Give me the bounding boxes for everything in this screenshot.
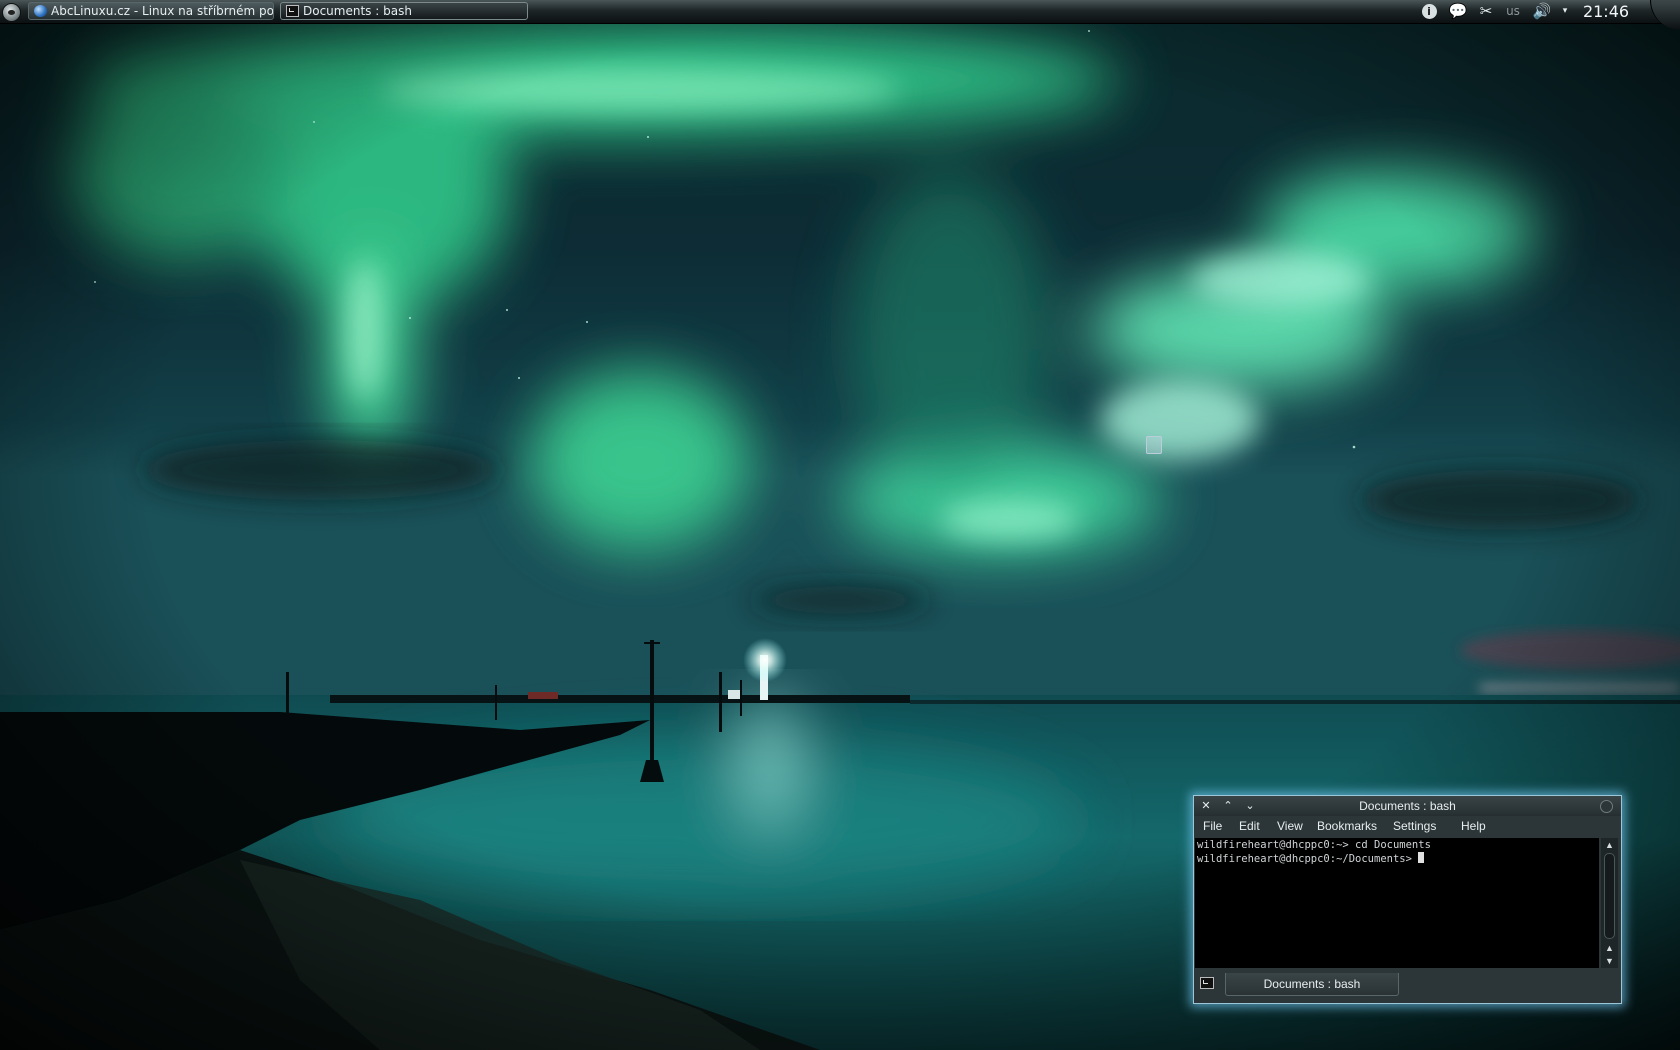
top-panel: AbcLinuxu.cz - Linux na stříbrném podn D… bbox=[0, 0, 1680, 30]
new-tab-terminal-icon[interactable] bbox=[1200, 977, 1214, 989]
window-titlebar[interactable]: ✕ ⌃ ⌄ Documents : bash bbox=[1194, 796, 1621, 816]
taskbar-item-browser[interactable]: AbcLinuxu.cz - Linux na stříbrném podn bbox=[28, 2, 274, 20]
terminal-prompt: wildfireheart@dhcppc0:~/Documents> bbox=[1197, 853, 1419, 865]
scrollbar-track[interactable] bbox=[1604, 853, 1615, 939]
menu-edit[interactable]: Edit bbox=[1232, 816, 1267, 837]
terminal-line: wildfireheart@dhcppc0:~/Documents> bbox=[1197, 852, 1597, 866]
desktop-widget-icon[interactable] bbox=[1146, 436, 1162, 454]
maximize-button[interactable]: ⌄ bbox=[1243, 799, 1257, 813]
scroll-up-arrow-icon[interactable]: ▲ bbox=[1601, 839, 1618, 851]
scissors-icon[interactable]: ✂ bbox=[1476, 2, 1496, 21]
volume-icon[interactable]: 🔊 bbox=[1530, 2, 1554, 21]
taskbar-item-label: AbcLinuxu.cz - Linux na stříbrném podn bbox=[51, 4, 274, 18]
menu-settings[interactable]: Settings bbox=[1386, 816, 1443, 837]
menu-bar: File Edit View Bookmarks Settings Help bbox=[1194, 816, 1621, 837]
scroll-down-arrow-icon[interactable]: ▼ bbox=[1601, 955, 1618, 967]
launcher-logo-icon bbox=[8, 10, 15, 15]
chat-icon[interactable]: 💬 bbox=[1446, 2, 1470, 21]
menu-bookmarks[interactable]: Bookmarks bbox=[1310, 816, 1384, 837]
keyboard-layout-indicator[interactable]: us bbox=[1502, 2, 1524, 21]
tab-session[interactable]: Documents : bash bbox=[1225, 973, 1399, 996]
tray-expand-arrow-icon[interactable]: ▾ bbox=[1558, 2, 1572, 21]
menu-view[interactable]: View bbox=[1270, 816, 1310, 837]
scroll-up-arrow-icon[interactable]: ▲ bbox=[1601, 942, 1618, 954]
browser-globe-icon bbox=[34, 5, 47, 17]
session-tab-bar: Documents : bash bbox=[1194, 971, 1621, 1001]
text-cursor bbox=[1418, 852, 1425, 863]
menu-file[interactable]: File bbox=[1196, 816, 1229, 837]
menu-help[interactable]: Help bbox=[1454, 816, 1493, 837]
pin-button[interactable] bbox=[1600, 800, 1613, 813]
terminal-line: wildfireheart@dhcppc0:~> cd Documents bbox=[1197, 839, 1431, 851]
terminal-output[interactable]: wildfireheart@dhcppc0:~> cd Documents wil… bbox=[1195, 838, 1599, 968]
window-title: Documents : bash bbox=[1359, 799, 1456, 813]
system-tray-info[interactable]: i bbox=[1420, 2, 1438, 21]
konsole-window: ✕ ⌃ ⌄ Documents : bash File Edit View Bo… bbox=[1193, 795, 1622, 1004]
terminal-icon bbox=[286, 5, 299, 17]
minimize-button[interactable]: ⌃ bbox=[1221, 799, 1235, 813]
clock[interactable]: 21:46 bbox=[1580, 1, 1632, 22]
taskbar-item-terminal[interactable]: Documents : bash bbox=[280, 2, 528, 20]
taskbar-item-label: Documents : bash bbox=[303, 4, 412, 18]
terminal-scrollbar[interactable]: ▲ ▲ ▼ bbox=[1601, 838, 1618, 968]
info-icon: i bbox=[1421, 4, 1437, 19]
close-button[interactable]: ✕ bbox=[1199, 799, 1213, 813]
application-launcher-button[interactable] bbox=[2, 3, 21, 22]
